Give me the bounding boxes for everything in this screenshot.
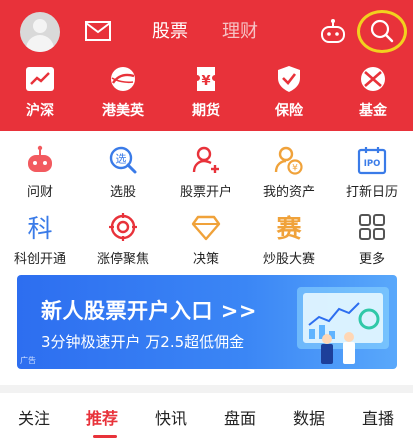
tab-data[interactable]: 数据	[293, 405, 325, 429]
ipo-text: IPO	[364, 159, 381, 169]
banner-subtitle: 3分钟极速开户 万2.5超低佣金	[41, 333, 245, 351]
stock-picker-char: 选	[116, 153, 127, 166]
tab-stocks[interactable]: 股票	[152, 18, 188, 46]
more-grid-icon	[359, 214, 385, 240]
grid-item-label: 打新日历	[345, 185, 398, 200]
quick-item-label: 沪深	[26, 103, 54, 119]
quick-item-label: 基金	[359, 103, 387, 119]
futures-ticket-icon: ¥	[197, 67, 215, 91]
target-icon	[109, 213, 137, 241]
grid-item-label: 科创开通	[13, 252, 66, 267]
fund-ball-icon	[361, 67, 385, 91]
grid-item-wencai[interactable]: 问财	[0, 145, 80, 200]
grid-item-label: 决策	[192, 252, 219, 267]
shield-check-icon	[278, 66, 300, 92]
contest-char: 赛	[275, 214, 302, 242]
search-icon[interactable]	[369, 18, 395, 44]
diamond-icon	[191, 215, 221, 241]
quick-item-fund[interactable]: 基金	[343, 66, 403, 120]
tab-recommend[interactable]: 推荐	[86, 405, 118, 429]
quick-item-futures[interactable]: ¥ 期货	[176, 66, 236, 120]
quick-item-hushen[interactable]: 沪深	[10, 66, 70, 120]
avatar-head	[33, 19, 47, 33]
mail-icon[interactable]	[84, 19, 112, 43]
avatar-body	[26, 35, 54, 52]
svg-text:¥: ¥	[292, 164, 298, 174]
grid-item-label: 我的资产	[262, 185, 315, 200]
robot-icon[interactable]	[320, 18, 346, 44]
grid-item-decision[interactable]: 决策	[166, 212, 246, 267]
ad-label: 广告	[20, 356, 36, 365]
quick-item-insurance[interactable]: 保险	[259, 66, 319, 120]
stock-picker-icon: 选	[109, 146, 137, 174]
grid-item-ipo-calendar[interactable]: IPO 打新日历	[332, 145, 412, 200]
contest-icon: 赛	[275, 214, 302, 242]
grid-item-label: 股票开户	[179, 185, 232, 200]
top-header: 股票 理财 沪深 港美英 ¥ 期货 保险 基金	[0, 0, 413, 131]
kechuang-char: 科	[27, 214, 52, 242]
assets-icon: ¥	[274, 146, 303, 175]
active-tab-indicator	[93, 435, 117, 438]
tab-flash-news[interactable]: 快讯	[155, 405, 187, 429]
grid-item-label: 涨停聚焦	[96, 252, 149, 267]
grid-item-label: 更多	[358, 252, 385, 267]
grid-item-my-assets[interactable]: ¥ 我的资产	[249, 145, 329, 200]
grid-item-open-account[interactable]: 股票开户	[166, 145, 246, 200]
quick-item-label: 期货	[192, 103, 220, 119]
grid-item-kechuang[interactable]: 科 科创开通	[0, 212, 80, 267]
grid-item-limit-up[interactable]: 涨停聚焦	[83, 212, 163, 267]
promo-banner[interactable]: 新人股票开户入口 >> 3分钟极速开户 万2.5超低佣金 广告	[17, 275, 397, 369]
tab-finance[interactable]: 理财	[222, 18, 258, 46]
tab-live[interactable]: 直播	[362, 405, 394, 429]
quick-item-label: 港美英	[102, 103, 144, 119]
tab-market[interactable]: 盘面	[224, 405, 256, 429]
news-tabs: 关注 推荐 快讯 盘面 数据 直播	[0, 393, 413, 445]
open-account-icon	[192, 146, 219, 173]
grid-item-label: 选股	[109, 185, 136, 200]
grid-item-stock-picker[interactable]: 选 选股	[83, 145, 163, 200]
grid-item-label: 问财	[26, 185, 53, 200]
dashboard-illustration	[297, 287, 389, 364]
ipo-calendar-icon: IPO	[357, 147, 387, 175]
grid-item-contest[interactable]: 赛 炒股大赛	[249, 212, 329, 267]
avatar[interactable]	[20, 12, 60, 52]
globe-icon	[111, 67, 135, 91]
tab-follow[interactable]: 关注	[18, 405, 50, 429]
grid-item-label: 炒股大赛	[262, 252, 315, 267]
svg-text:¥: ¥	[201, 74, 210, 89]
chart-trend-icon	[26, 67, 54, 91]
quick-item-hk-us-uk[interactable]: 港美英	[93, 66, 153, 120]
kechuang-icon: 科	[27, 214, 52, 242]
quick-item-label: 保险	[275, 103, 303, 119]
banner-title: 新人股票开户入口 >>	[41, 299, 258, 323]
robot-icon	[28, 145, 52, 172]
grid-item-more[interactable]: 更多	[332, 212, 412, 267]
